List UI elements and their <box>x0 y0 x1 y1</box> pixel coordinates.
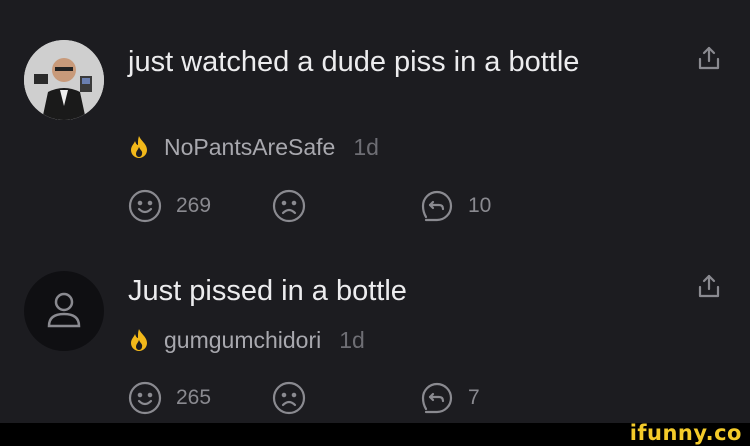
comment-text: Just pissed in a bottle <box>128 275 407 307</box>
username-link[interactable]: gumgumchidori <box>164 327 321 354</box>
reply-button[interactable]: 7 <box>420 380 480 416</box>
avatar-photo-icon <box>24 40 104 120</box>
unsmile-button[interactable] <box>272 380 306 416</box>
frown-icon <box>272 381 306 415</box>
reply-count: 7 <box>468 386 480 409</box>
comment-actions: 265 7 <box>128 380 528 416</box>
like-count: 265 <box>176 386 212 409</box>
comment-meta: gumgumchidori 1d <box>128 325 365 355</box>
share-icon[interactable] <box>694 44 724 74</box>
smile-icon <box>128 189 162 223</box>
fire-icon <box>131 329 147 351</box>
timestamp: 1d <box>353 133 379 160</box>
user-avatar[interactable] <box>24 40 104 120</box>
like-count: 269 <box>176 194 212 217</box>
watermark-bar: ifunny.co <box>0 421 750 446</box>
share-icon[interactable] <box>694 272 724 302</box>
smile-button[interactable]: 269 <box>128 188 211 224</box>
fire-icon <box>131 136 147 158</box>
comment-text: just watched a dude piss in a bottle <box>128 46 580 78</box>
unsmile-button[interactable] <box>272 188 306 224</box>
smile-icon <box>128 381 162 415</box>
reply-icon <box>421 190 453 222</box>
username-link[interactable]: NoPantsAreSafe <box>164 134 335 161</box>
ifunny-watermark: ifunny.co <box>629 421 742 445</box>
frown-icon <box>272 189 306 223</box>
default-user-icon <box>47 292 81 328</box>
comment-meta: NoPantsAreSafe 1d <box>128 132 379 162</box>
user-avatar[interactable] <box>24 271 104 351</box>
reply-count: 10 <box>468 194 492 217</box>
reply-icon <box>421 382 453 414</box>
comment-actions: 269 10 <box>128 188 528 224</box>
smile-button[interactable]: 265 <box>128 380 211 416</box>
reply-button[interactable]: 10 <box>420 188 491 224</box>
timestamp: 1d <box>339 326 365 353</box>
